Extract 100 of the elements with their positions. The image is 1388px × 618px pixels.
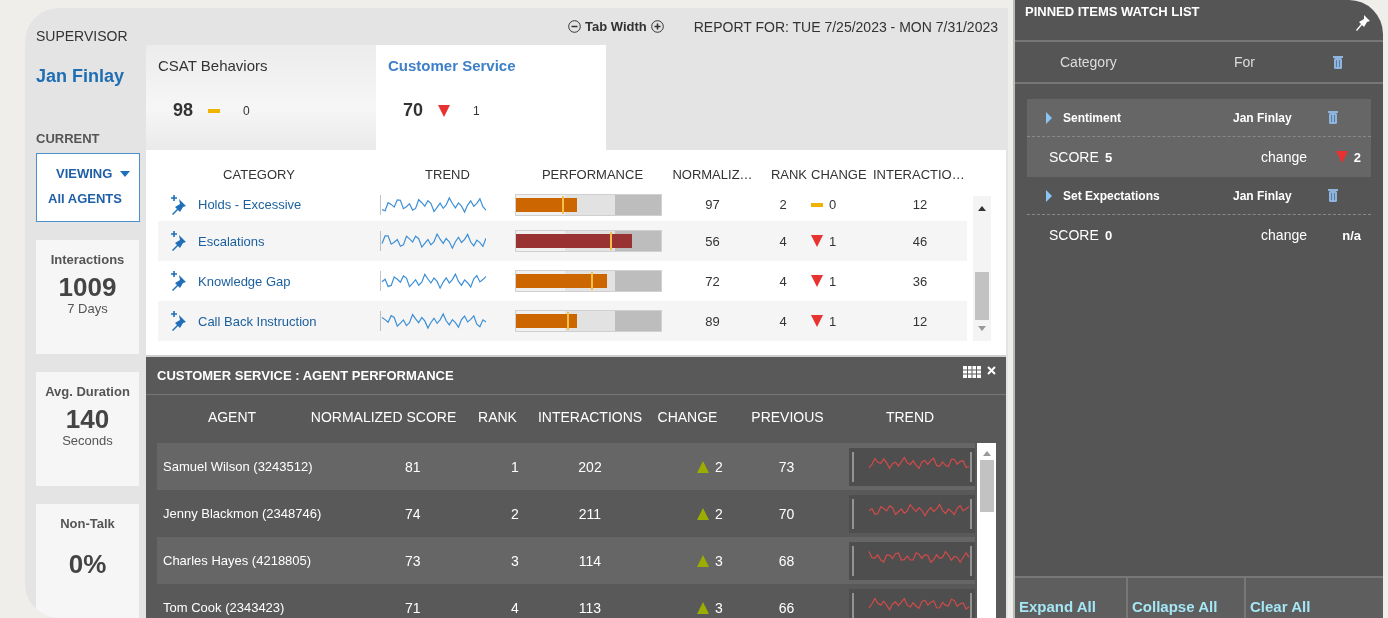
- watch-category: Sentiment: [1063, 110, 1122, 125]
- table-cell-text: 66: [777, 599, 796, 616]
- stat-unit: Seconds: [62, 433, 113, 448]
- table-cell-text: 2: [510, 505, 520, 522]
- table-cell-text: 1: [510, 458, 520, 475]
- table-cell-text: 70: [777, 505, 796, 522]
- table-cell-text: 12: [911, 197, 929, 212]
- scroll-thumb[interactable]: [975, 272, 989, 320]
- stat-label: Interactions: [50, 252, 125, 267]
- tab-score: 98: [173, 100, 195, 121]
- action-button[interactable]: Clear All: [1246, 578, 1383, 618]
- score-value: 0: [1105, 227, 1114, 243]
- column-header: CATEGORY: [222, 166, 296, 182]
- change-value: 1: [829, 273, 837, 289]
- change-value: 3: [715, 552, 723, 569]
- watch-item[interactable]: Set Expectations Jan Finlay SCORE 0 change n/a: [1027, 177, 1371, 255]
- stat-value: 1009: [58, 273, 117, 301]
- table-cell-text: 68: [777, 552, 796, 569]
- change-value: 0: [829, 197, 837, 212]
- tab-label: CSAT Behaviors: [158, 57, 269, 74]
- stat-label: Non-Talk: [60, 516, 115, 531]
- table-cell-text: 4: [510, 599, 520, 616]
- minus-circle-icon: [568, 20, 581, 33]
- section-label: CURRENT: [36, 131, 100, 146]
- table-cell-text: 4: [778, 273, 788, 289]
- change-value: 1: [829, 313, 837, 329]
- change-label: change: [1260, 227, 1307, 243]
- watch-item[interactable]: Sentiment Jan Finlay SCORE 5 change 2: [1027, 99, 1371, 177]
- watch-for-name: Jan Finlay: [1233, 188, 1293, 203]
- viewing-label: VIEWING: [56, 166, 113, 181]
- trash-icon[interactable]: [1327, 188, 1339, 203]
- column-header: RANK: [477, 409, 518, 425]
- action-button[interactable]: Collapse All: [1128, 578, 1246, 618]
- scroll-thumb[interactable]: [979, 460, 994, 512]
- change-value: 1: [473, 103, 480, 118]
- scrollbar[interactable]: [977, 443, 996, 618]
- pin-plus-icon: [169, 311, 187, 331]
- table-cell-text: 3: [510, 552, 520, 569]
- pushpin-icon[interactable]: [1355, 14, 1371, 32]
- change-value: 3: [715, 599, 723, 616]
- table-cell-text: 97: [704, 197, 721, 212]
- watch-for-name: Jan Finlay: [1233, 110, 1293, 125]
- category-tab[interactable]: CSAT Behaviors 98 0: [146, 45, 376, 150]
- pin-plus-icon: [169, 194, 187, 215]
- table-cell-text: 56: [704, 233, 721, 249]
- table-cell-text: 46: [911, 233, 929, 249]
- watch-category: Set Expectations: [1063, 188, 1161, 203]
- score-label: SCORE: [1049, 149, 1100, 165]
- agent-name: Jenny Blackmon (2348746): [162, 506, 323, 521]
- trash-icon[interactable]: [1327, 110, 1339, 125]
- column-header: PREVIOUS: [750, 409, 825, 425]
- column-header: TREND: [424, 166, 471, 182]
- column-header: PERFORMANCE: [540, 166, 645, 182]
- table-cell-text: 73: [404, 552, 422, 569]
- collapsed-triangle-icon[interactable]: [1045, 111, 1053, 124]
- agent-name: Charles Hayes (4218805): [162, 553, 313, 568]
- table-cell-text: 12: [911, 313, 929, 329]
- tab-score: 70: [403, 100, 425, 121]
- change-label: change: [1260, 149, 1307, 165]
- collapsed-triangle-icon[interactable]: [1045, 189, 1053, 202]
- viewing-selector[interactable]: VIEWING All AGENTS: [36, 153, 140, 222]
- close-icon[interactable]: [987, 365, 996, 375]
- change-value: n/a: [1342, 227, 1361, 243]
- panel-title: PINNED ITEMS WATCH LIST: [1025, 4, 1200, 21]
- table-cell-text: 72: [704, 273, 721, 289]
- table-cell-text: 81: [404, 458, 422, 475]
- category-link[interactable]: Call Back Instruction: [198, 313, 380, 329]
- table-cell-text: 113: [577, 599, 603, 616]
- trash-icon[interactable]: [1332, 54, 1344, 70]
- change-value: 2: [1353, 149, 1361, 165]
- change-value: 0: [243, 103, 250, 118]
- tab-width-label: Tab Width: [585, 19, 647, 34]
- score-value: 5: [1105, 149, 1114, 165]
- agent-name: Samuel Wilson (3243512): [162, 459, 314, 474]
- table-grid-icon[interactable]: [963, 365, 981, 378]
- pin-plus-icon: [169, 231, 187, 251]
- action-button[interactable]: Expand All: [1015, 578, 1128, 618]
- category-tab[interactable]: Customer Service 70 1: [376, 45, 606, 150]
- category-link[interactable]: Holds - Excessive: [198, 197, 380, 212]
- table-cell-text: 89: [704, 313, 721, 329]
- stat-unit: 7 Days: [67, 301, 108, 316]
- column-header: TREND: [884, 409, 936, 425]
- table-cell-text: 74: [404, 505, 422, 522]
- table-cell-text: 4: [778, 313, 788, 329]
- table-cell-text: 4: [778, 233, 788, 249]
- column-header: For: [1234, 54, 1256, 70]
- up-arrow-icon: [982, 451, 991, 456]
- panel-title: CUSTOMER SERVICE : AGENT PERFORMANCE: [157, 368, 454, 383]
- change-value: 1: [829, 233, 837, 249]
- score-label: SCORE: [1049, 227, 1100, 243]
- scrollbar[interactable]: [973, 196, 991, 341]
- down-arrow-icon: [978, 326, 986, 331]
- pin-plus-icon: [169, 271, 187, 291]
- table-cell-text: 2: [778, 197, 788, 212]
- column-header: RANK: [769, 166, 808, 182]
- category-link[interactable]: Escalations: [198, 233, 380, 249]
- table-cell-text: 202: [577, 458, 603, 475]
- table-cell-text: 211: [577, 505, 603, 522]
- change-value: 2: [715, 505, 723, 522]
- category-link[interactable]: Knowledge Gap: [198, 273, 380, 289]
